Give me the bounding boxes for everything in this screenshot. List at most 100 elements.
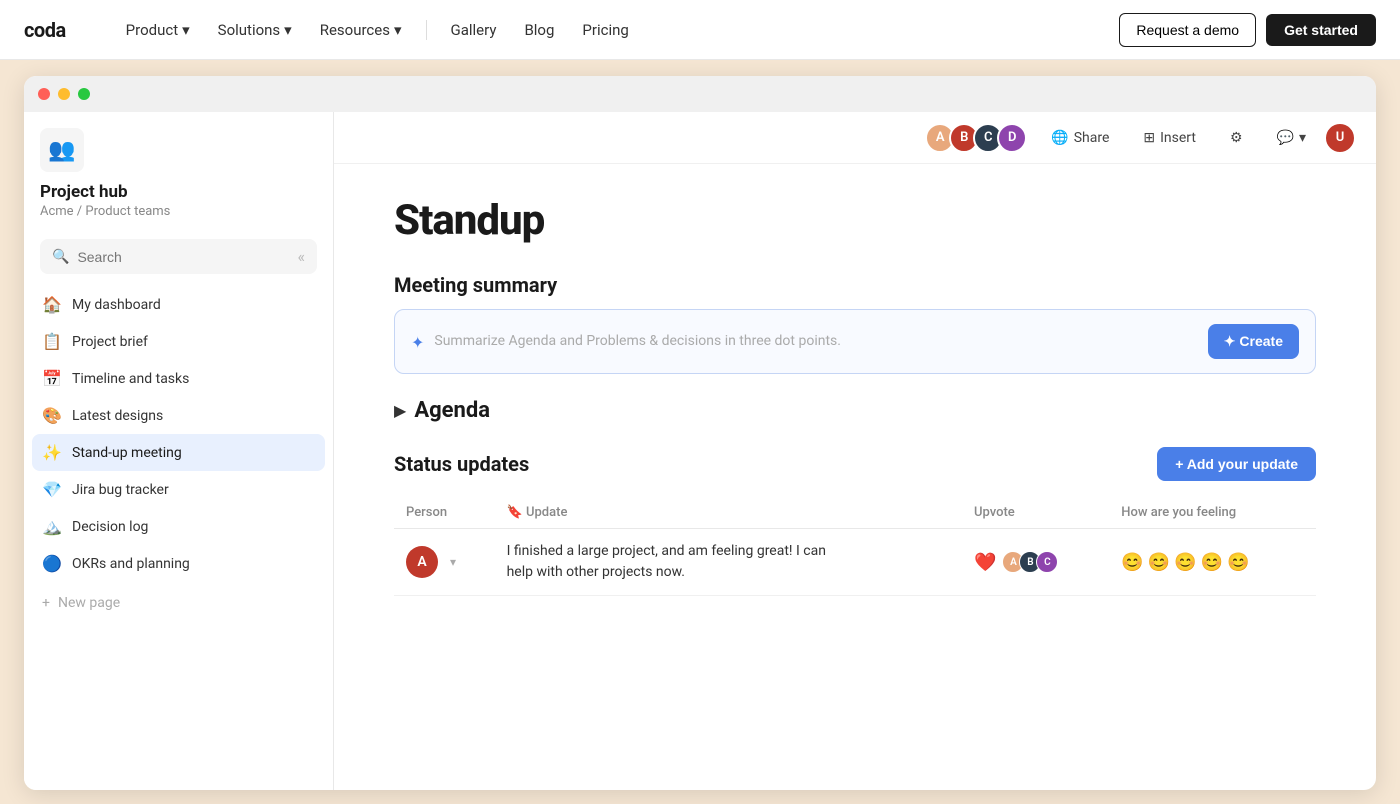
sidebar-item-okrs[interactable]: 🔵 OKRs and planning <box>32 545 325 582</box>
create-button[interactable]: ✦ Create <box>1208 324 1299 359</box>
collaborator-avatars: A B C D <box>925 123 1027 153</box>
chevron-down-icon <box>1299 130 1306 146</box>
agenda-section: ▶ Agenda <box>394 398 1316 423</box>
feeling-emoji: 😊 <box>1201 552 1223 573</box>
dashboard-icon: 🏠 <box>42 295 62 314</box>
get-started-button[interactable]: Get started <box>1266 14 1376 46</box>
decision-log-icon: 🏔️ <box>42 517 62 536</box>
person-cell: A ▾ <box>394 529 495 596</box>
okrs-icon: 🔵 <box>42 554 62 573</box>
sidebar-item-decision-log[interactable]: 🏔️ Decision log <box>32 508 325 545</box>
feeling-emoji: 😊 <box>1174 552 1196 573</box>
sidebar-item-label: Project brief <box>72 334 148 350</box>
nav-product[interactable]: Product <box>114 15 202 45</box>
upvote-cell: ❤️ A B C <box>962 529 1109 596</box>
nav-separator <box>426 20 427 40</box>
sparkle-icon: ✦ <box>411 333 424 352</box>
table-body: A ▾ I finished a large project, and am f… <box>394 529 1316 596</box>
sidebar-item-label: Latest designs <box>72 408 163 424</box>
sidebar-item-project-brief[interactable]: 📋 Project brief <box>32 323 325 360</box>
workspace-icon: 👥 <box>40 128 84 172</box>
app-window: 👥 Project hub Acme / Product teams 🔍 « 🏠… <box>24 76 1376 790</box>
main-content: A B C D 🌐 Share ⊞ Insert ⚙ 💬 <box>334 112 1376 790</box>
expand-agenda-button[interactable]: ▶ <box>394 401 406 420</box>
nav-blog[interactable]: Blog <box>512 15 566 45</box>
sidebar-item-designs[interactable]: 🎨 Latest designs <box>32 397 325 434</box>
status-updates-header: Status updates + Add your update <box>394 447 1316 481</box>
comment-icon: 💬 <box>1277 130 1294 146</box>
sidebar-item-jira[interactable]: 💎 Jira bug tracker <box>32 471 325 508</box>
add-update-button[interactable]: + Add your update <box>1157 447 1316 481</box>
request-demo-button[interactable]: Request a demo <box>1119 13 1256 47</box>
window-chrome <box>24 76 1376 112</box>
close-window-button[interactable] <box>38 88 50 100</box>
workspace-path: Acme / Product teams <box>40 204 317 219</box>
insert-button[interactable]: ⊞ Insert <box>1133 125 1206 151</box>
content-toolbar: A B C D 🌐 Share ⊞ Insert ⚙ 💬 <box>334 112 1376 164</box>
nav-gallery[interactable]: Gallery <box>439 15 509 45</box>
sidebar-header: 👥 Project hub Acme / Product teams <box>24 128 333 235</box>
sidebar: 👥 Project hub Acme / Product teams 🔍 « 🏠… <box>24 112 334 790</box>
status-table: Person 🔖 Update Upvote Ho <box>394 497 1316 596</box>
sidebar-item-timeline[interactable]: 📅 Timeline and tasks <box>32 360 325 397</box>
col-person: Person <box>394 497 495 529</box>
status-updates-title: Status updates <box>394 452 529 476</box>
ai-placeholder-text: Summarize Agenda and Problems & decision… <box>434 331 841 352</box>
collapse-sidebar-button[interactable]: « <box>297 247 305 266</box>
ai-summary-box: ✦ Summarize Agenda and Problems & decisi… <box>394 309 1316 374</box>
col-upvote: Upvote <box>962 497 1109 529</box>
table-header: Person 🔖 Update Upvote Ho <box>394 497 1316 529</box>
feeling-emojis: 😊 😊 😊 😊 😊 <box>1121 552 1304 573</box>
content-area: Standup Meeting summary ✦ Summarize Agen… <box>334 164 1376 790</box>
agenda-title: Agenda <box>414 398 490 423</box>
sidebar-item-standup[interactable]: ✨ Stand-up meeting <box>32 434 325 471</box>
meeting-summary-section: Meeting summary ✦ Summarize Agenda and P… <box>394 273 1316 374</box>
maximize-window-button[interactable] <box>78 88 90 100</box>
timeline-icon: 📅 <box>42 369 62 388</box>
minimize-window-button[interactable] <box>58 88 70 100</box>
search-bar[interactable]: 🔍 « <box>40 239 317 274</box>
meeting-summary-heading: Meeting summary <box>394 273 1316 297</box>
ai-summary-left: ✦ Summarize Agenda and Problems & decisi… <box>411 331 1196 352</box>
update-cell: I finished a large project, and am feeli… <box>495 529 962 596</box>
bookmark-icon: 🔖 <box>507 505 523 520</box>
new-page-button[interactable]: + New page <box>32 586 325 620</box>
share-button[interactable]: 🌐 Share <box>1041 125 1119 151</box>
nav-solutions[interactable]: Solutions <box>206 15 304 45</box>
feeling-emoji: 😊 <box>1227 552 1249 573</box>
expand-row-button[interactable]: ▾ <box>450 555 456 569</box>
standup-icon: ✨ <box>42 443 62 462</box>
sidebar-item-label: Stand-up meeting <box>72 445 182 461</box>
comment-button[interactable]: 💬 <box>1267 125 1316 151</box>
designs-icon: 🎨 <box>42 406 62 425</box>
user-avatar[interactable]: U <box>1324 122 1356 154</box>
chevron-down-icon <box>182 21 190 39</box>
sidebar-item-label: Timeline and tasks <box>72 371 189 387</box>
sidebar-item-label: My dashboard <box>72 297 161 313</box>
settings-button[interactable]: ⚙ <box>1220 125 1253 151</box>
col-update: 🔖 Update <box>495 497 962 529</box>
sidebar-item-my-dashboard[interactable]: 🏠 My dashboard <box>32 286 325 323</box>
nav-actions: Request a demo Get started <box>1119 13 1376 47</box>
share-icon: 🌐 <box>1051 130 1068 146</box>
search-icon: 🔍 <box>52 249 69 265</box>
col-feeling: How are you feeling <box>1109 497 1316 529</box>
sidebar-item-label: Jira bug tracker <box>72 482 169 498</box>
search-input[interactable] <box>77 249 289 265</box>
status-updates-section: Status updates + Add your update Person … <box>394 447 1316 596</box>
table-row: A ▾ I finished a large project, and am f… <box>394 529 1316 596</box>
nav-resources[interactable]: Resources <box>308 15 414 45</box>
avatar: D <box>997 123 1027 153</box>
heart-icon[interactable]: ❤️ <box>974 552 996 573</box>
workspace-name: Project hub <box>40 182 317 202</box>
plus-icon: + <box>42 595 50 611</box>
feeling-emoji: 😊 <box>1121 552 1143 573</box>
logo[interactable]: coda <box>24 18 66 42</box>
project-brief-icon: 📋 <box>42 332 62 351</box>
sidebar-item-label: OKRs and planning <box>72 556 190 572</box>
app-body: 👥 Project hub Acme / Product teams 🔍 « 🏠… <box>24 112 1376 790</box>
nav-items: 🏠 My dashboard 📋 Project brief 📅 Timelin… <box>24 286 333 582</box>
gear-icon: ⚙ <box>1230 130 1243 146</box>
update-text: I finished a large project, and am feeli… <box>507 541 827 583</box>
nav-pricing[interactable]: Pricing <box>570 15 640 45</box>
